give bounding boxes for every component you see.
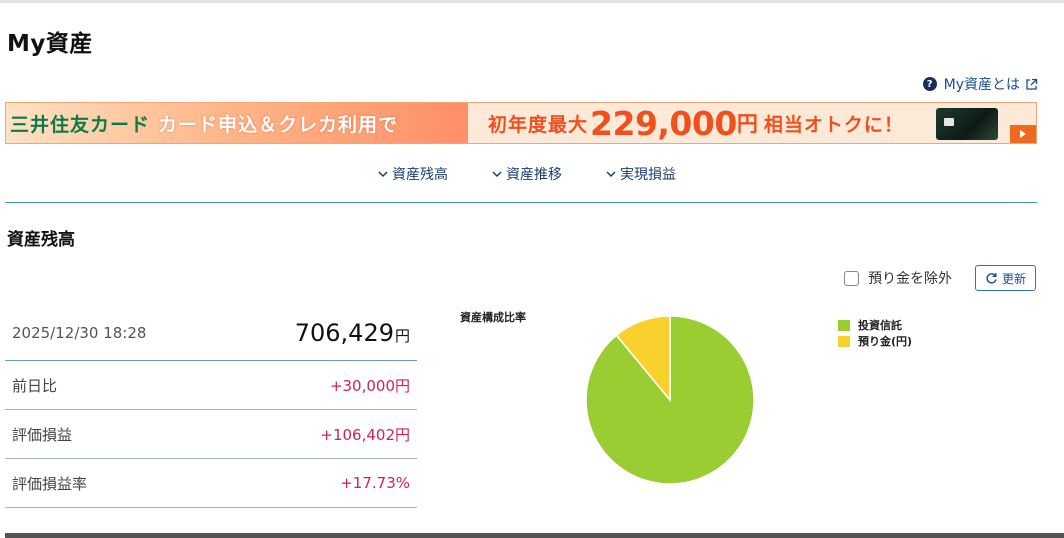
balance-total-unit: 円 [394,326,410,345]
credit-card-image [936,108,998,140]
chart-legend: 投資信託預り金(円) [838,317,912,349]
anchor-nav: 資産残高 資産推移 実現損益 [0,164,1040,184]
banner-brand: 三井住友カード [10,113,151,136]
legend-item: 預り金(円) [838,333,912,349]
summary-label: 前日比 [12,376,58,395]
refresh-button[interactable]: 更新 [975,265,1036,291]
summary-row: 評価損益 +106,402円 [5,410,417,459]
refresh-label: 更新 [1001,271,1026,286]
anchor-balance[interactable]: 資産残高 [378,164,448,184]
section-title: 資産残高 [7,230,75,250]
section-divider [5,202,1037,203]
legend-item: 投資信託 [838,317,912,333]
banner-campaign: カード申込＆クレカ利用で [158,113,399,136]
summary-value: +30,000円 [329,376,410,395]
refresh-icon [986,272,997,283]
banner-prefix: 初年度最大 [488,113,589,136]
legend-swatch [838,335,850,347]
summary-row: 前日比 +30,000円 [5,361,417,410]
summary-value: +106,402円 [320,425,410,444]
balance-total: 706,429円 [295,319,410,347]
chevron-down-icon [492,171,502,178]
help-link[interactable]: ? My資産とは [922,74,1038,94]
anchor-realized[interactable]: 実現損益 [606,164,676,184]
summary-row: 評価損益率 +17.73% [5,459,417,508]
chevron-down-icon [378,171,388,178]
banner-amount: 229,000 [590,103,737,143]
chevron-down-icon [606,171,616,178]
summary-label: 評価損益率 [12,474,88,493]
anchor-history-label: 資産推移 [506,167,562,183]
help-link-label: My資産とは [943,77,1020,93]
exclude-deposit-checkbox[interactable] [844,270,859,286]
exclude-deposit-toggle[interactable]: 預り金を除外 [844,268,952,288]
summary-row-total: 2025/12/30 18:28 706,429円 [5,305,417,361]
page-title: My資産 [7,31,93,57]
balance-summary: 2025/12/30 18:28 706,429円 前日比 +30,000円 評… [5,305,417,508]
play-arrow-icon [1010,125,1036,143]
banner-left: 三井住友カード カード申込＆クレカ利用で [6,103,468,143]
chart-title: 資産構成比率 [460,311,526,324]
anchor-balance-label: 資産残高 [392,167,448,183]
legend-label: 投資信託 [858,319,902,332]
balance-timestamp: 2025/12/30 18:28 [12,323,147,342]
anchor-history[interactable]: 資産推移 [492,164,562,184]
banner-right: 初年度最大 229,000 円 相当オトクに！ [468,103,1036,143]
anchor-realized-label: 実現損益 [620,167,676,183]
card-chip [944,118,954,126]
legend-swatch [838,319,850,331]
bottom-bar [5,533,1064,538]
question-icon: ? [922,77,937,91]
promo-banner[interactable]: 三井住友カード カード申込＆クレカ利用で 初年度最大 229,000 円 相当オ… [5,102,1037,144]
balance-total-value: 706,429 [294,318,394,347]
top-border [0,0,1064,3]
asset-pie-chart [585,315,755,485]
legend-label: 預り金(円) [858,335,913,348]
summary-label: 評価損益 [12,425,73,444]
external-link-icon [1026,78,1038,90]
banner-suffix: 相当オトクに！ [763,113,904,136]
banner-unit: 円 [736,112,758,136]
exclude-deposit-label: 預り金を除外 [868,271,952,287]
summary-value: +17.73% [340,474,410,492]
